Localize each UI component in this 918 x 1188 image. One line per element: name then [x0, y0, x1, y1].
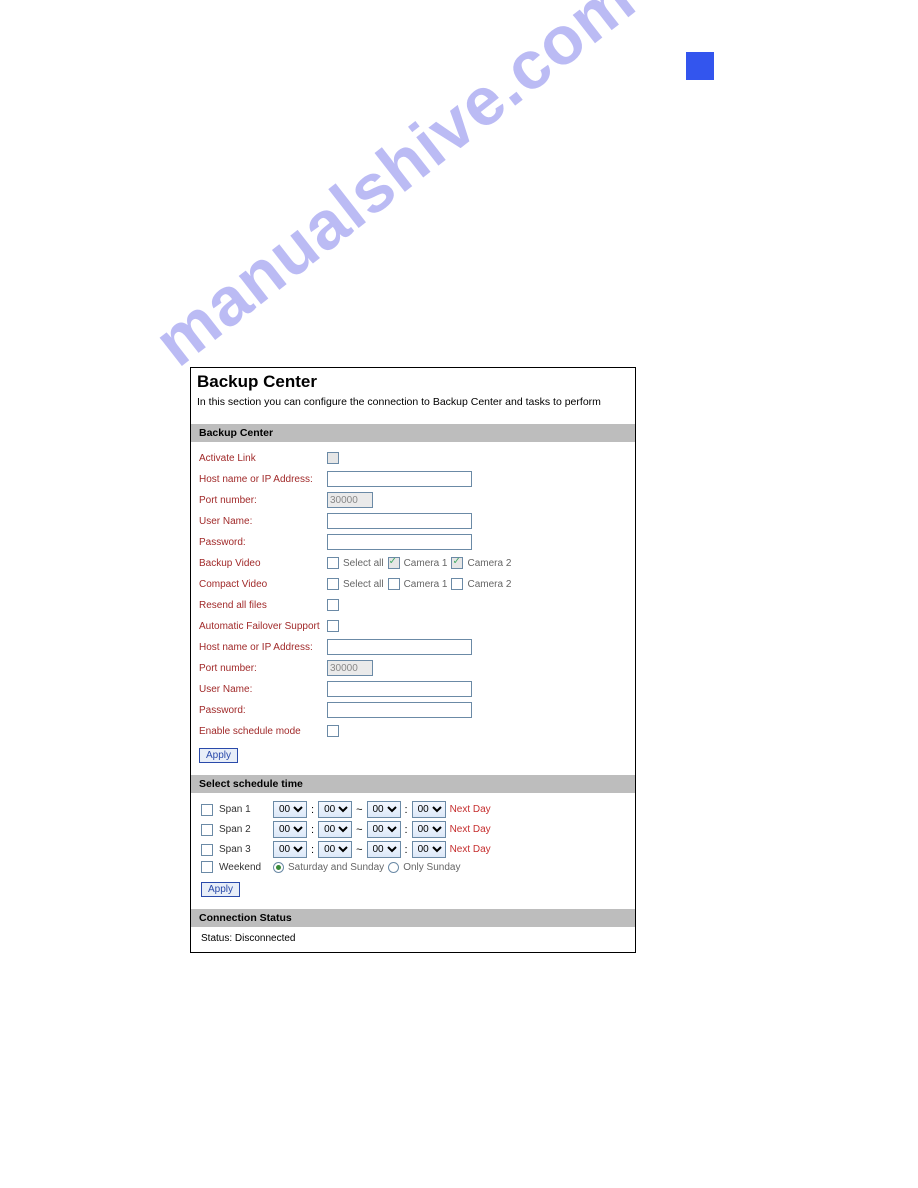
colon-icon: :: [311, 824, 314, 836]
label-bv-camera2: Camera 2: [467, 558, 511, 569]
section-header-status: Connection Status: [191, 909, 635, 927]
label-span2: Span 2: [219, 824, 269, 835]
select-span2-h1[interactable]: 00: [273, 821, 307, 838]
checkbox-cv-camera2[interactable]: [451, 578, 463, 590]
input-host2[interactable]: [327, 639, 472, 655]
checkbox-span3[interactable]: [201, 844, 213, 856]
input-port1: [327, 492, 373, 508]
label-host2: Host name or IP Address:: [199, 642, 327, 653]
label-port1: Port number:: [199, 495, 327, 506]
label-weekend: Weekend: [219, 862, 269, 873]
section-header-schedule: Select schedule time: [191, 775, 635, 793]
colon-icon: :: [311, 844, 314, 856]
label-pass1: Password:: [199, 537, 327, 548]
colon-icon: :: [405, 824, 408, 836]
colon-icon: :: [405, 844, 408, 856]
status-text: Status: Disconnected: [201, 933, 296, 944]
label-failover: Automatic Failover Support: [199, 621, 327, 632]
label-compact-video: Compact Video: [199, 579, 327, 590]
label-cv-camera1: Camera 1: [404, 579, 448, 590]
status-body: Status: Disconnected: [191, 927, 635, 952]
select-span3-m2[interactable]: 00: [412, 841, 446, 858]
radio-only-sun[interactable]: [388, 862, 399, 873]
checkbox-bv-selectall[interactable]: [327, 557, 339, 569]
checkbox-bv-camera2[interactable]: [451, 557, 463, 569]
label-pass2: Password:: [199, 705, 327, 716]
apply-button-1[interactable]: Apply: [199, 748, 238, 763]
label-cv-camera2: Camera 2: [467, 579, 511, 590]
checkbox-span2[interactable]: [201, 824, 213, 836]
tilde-icon: ~: [356, 824, 362, 836]
input-port2: [327, 660, 373, 676]
checkbox-cv-selectall[interactable]: [327, 578, 339, 590]
checkbox-failover[interactable]: [327, 620, 339, 632]
page-title: Backup Center: [191, 368, 635, 394]
checkbox-enable-sched[interactable]: [327, 725, 339, 737]
select-span1-m2[interactable]: 00: [412, 801, 446, 818]
label-backup-video: Backup Video: [199, 558, 327, 569]
label-enable-sched: Enable schedule mode: [199, 726, 327, 737]
select-span2-h2[interactable]: 00: [367, 821, 401, 838]
backup-center-form: Activate Link Host name or IP Address: P…: [191, 442, 635, 771]
label-cv-selectall: Select all: [343, 579, 384, 590]
input-pass2[interactable]: [327, 702, 472, 718]
select-span1-h2[interactable]: 00: [367, 801, 401, 818]
label-host1: Host name or IP Address:: [199, 474, 327, 485]
intro-text: In this section you can configure the co…: [191, 394, 635, 420]
input-pass1[interactable]: [327, 534, 472, 550]
select-span1-m1[interactable]: 00: [318, 801, 352, 818]
colon-icon: :: [311, 804, 314, 816]
nextday-span3: Next Day: [450, 844, 491, 855]
select-span2-m1[interactable]: 00: [318, 821, 352, 838]
nextday-span1: Next Day: [450, 804, 491, 815]
checkbox-bv-camera1[interactable]: [388, 557, 400, 569]
backup-center-panel: Backup Center In this section you can co…: [190, 367, 636, 953]
checkbox-resend[interactable]: [327, 599, 339, 611]
tilde-icon: ~: [356, 804, 362, 816]
label-activate-link: Activate Link: [199, 453, 327, 464]
select-span3-h2[interactable]: 00: [367, 841, 401, 858]
input-user2[interactable]: [327, 681, 472, 697]
label-sat-sun: Saturday and Sunday: [288, 862, 384, 873]
section-header-backup: Backup Center: [191, 424, 635, 442]
label-resend: Resend all files: [199, 600, 327, 611]
colon-icon: :: [405, 804, 408, 816]
label-only-sun: Only Sunday: [403, 862, 460, 873]
checkbox-weekend[interactable]: [201, 861, 213, 873]
label-user1: User Name:: [199, 516, 327, 527]
label-user2: User Name:: [199, 684, 327, 695]
select-span3-h1[interactable]: 00: [273, 841, 307, 858]
page-marker: [686, 52, 714, 80]
checkbox-cv-camera1[interactable]: [388, 578, 400, 590]
select-span1-h1[interactable]: 00: [273, 801, 307, 818]
label-port2: Port number:: [199, 663, 327, 674]
nextday-span2: Next Day: [450, 824, 491, 835]
input-host1[interactable]: [327, 471, 472, 487]
input-user1[interactable]: [327, 513, 472, 529]
checkbox-activate-link[interactable]: [327, 452, 339, 464]
watermark-text: manualshive.com: [140, 0, 650, 381]
label-bv-camera1: Camera 1: [404, 558, 448, 569]
label-span3: Span 3: [219, 844, 269, 855]
checkbox-span1[interactable]: [201, 804, 213, 816]
label-span1: Span 1: [219, 804, 269, 815]
select-span2-m2[interactable]: 00: [412, 821, 446, 838]
tilde-icon: ~: [356, 844, 362, 856]
label-bv-selectall: Select all: [343, 558, 384, 569]
select-span3-m1[interactable]: 00: [318, 841, 352, 858]
apply-button-2[interactable]: Apply: [201, 882, 240, 897]
schedule-form: Span 1 00 : 00 ~ 00 : 00 Next Day Span 2…: [191, 793, 635, 905]
radio-sat-sun[interactable]: [273, 862, 284, 873]
